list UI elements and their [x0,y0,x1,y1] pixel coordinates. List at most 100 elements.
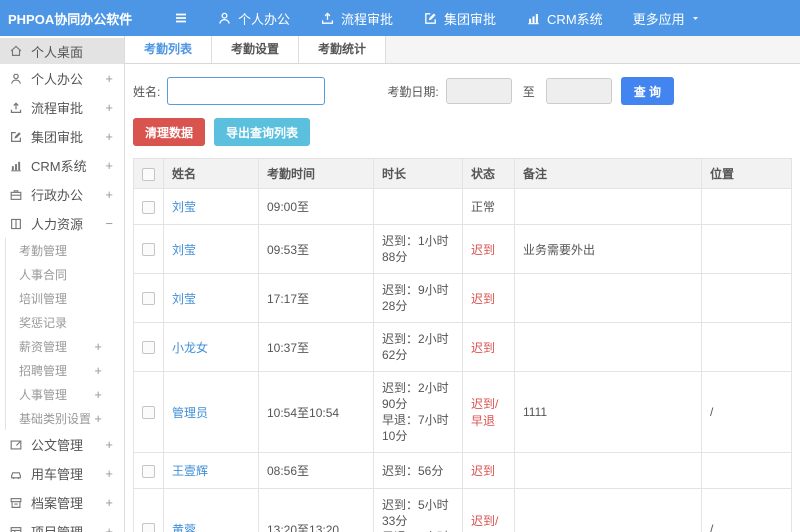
employee-name-link[interactable]: 小龙女 [172,341,208,355]
attendance-time-cell: 09:53至 [258,224,374,274]
briefcase-icon [9,188,23,202]
expand-toggle-icon[interactable]: + [105,466,113,481]
tab-attendance-statistics[interactable]: 考勤统计 [299,36,387,63]
employee-name-link[interactable]: 刘莹 [172,200,196,214]
doc-icon [9,438,23,452]
row-checkbox[interactable] [142,200,155,214]
sidebar-subitem-base-category-settings[interactable]: 基础类别设置 + [6,406,124,430]
nav-group-approval[interactable]: 集团审批 [423,9,496,28]
row-checkbox[interactable] [142,523,155,532]
expand-toggle-icon[interactable]: + [105,187,113,202]
location-cell [701,322,792,372]
table-row: 刘莹 17:17至 迟到：9小时28分 迟到 [133,273,792,323]
employee-name-link[interactable]: 管理员 [172,406,208,420]
nav-personal-office[interactable]: 个人办公 [217,9,290,28]
sidebar-subitem-personnel-contract[interactable]: 人事合同 [6,262,124,286]
expand-toggle-icon[interactable]: + [105,524,113,532]
sidebar-item-project-management[interactable]: 项目管理 + [0,517,124,532]
table-header-row: 姓名 考勤时间 时长 状态 备注 位置 [133,158,792,189]
name-input[interactable] [167,77,326,105]
expand-toggle-icon[interactable]: + [105,158,113,173]
employee-name-link[interactable]: 刘莹 [172,243,196,257]
duration-cell: 迟到：5小时33分早退：4小时67分 [373,488,463,532]
select-all-checkbox[interactable] [142,167,155,181]
select-all-header [133,158,164,189]
archive-icon [9,496,23,510]
sidebar-subitem-training-management[interactable]: 培训管理 [6,286,124,310]
expand-toggle-icon[interactable]: + [105,495,113,510]
tab-bar: 考勤列表 考勤设置 考勤统计 [125,36,800,64]
expand-toggle-icon[interactable]: − [105,216,113,231]
tab-attendance-list[interactable]: 考勤列表 [125,36,213,63]
status-cell: 正常 [462,188,515,225]
export-list-button[interactable]: 导出查询列表 [214,118,311,146]
employee-name-link[interactable]: 王壹辉 [172,464,208,478]
sidebar-item-personal-desktop[interactable]: 个人桌面 [0,38,124,64]
duration-cell: 迟到：2小时62分 [373,322,463,372]
process-icon [9,101,23,115]
expand-toggle-icon[interactable]: + [94,363,102,378]
location-cell [701,273,792,323]
location-cell: / [701,488,792,532]
sidebar-subitem-salary-management[interactable]: 薪资管理 + [6,334,124,358]
column-header: 位置 [701,158,792,189]
table-row: 王壹辉 08:56至 迟到：56分 迟到 [133,452,792,489]
sidebar-item-admin-office[interactable]: 行政办公 + [0,180,124,209]
sidebar-item-crm-system[interactable]: CRM系统 + [0,151,124,180]
sidebar-subitem-reward-punishment-records[interactable]: 奖惩记录 [6,310,124,334]
sidebar-item-archive-management[interactable]: 档案管理 + [0,488,124,517]
location-cell [701,188,792,225]
expand-toggle-icon[interactable]: + [105,437,113,452]
nav-crm-system[interactable]: CRM系统 [526,9,603,28]
employee-name-link[interactable]: 黄蓉 [172,523,196,532]
date-from-input[interactable] [445,78,512,104]
expand-toggle-icon[interactable]: + [94,411,102,426]
sidebar-subitem-recruitment-management[interactable]: 招聘管理 + [6,358,124,382]
status-cell: 迟到/早退 [462,371,515,453]
tab-attendance-settings[interactable]: 考勤设置 [212,36,300,63]
table-row: 管理员 10:54至10:54 迟到：2小时90分 早退：7小时10分 迟到/早退… [133,371,792,453]
sidebar-item-workflow-approval[interactable]: 流程审批 + [0,93,124,122]
clean-data-button[interactable]: 清理数据 [133,118,206,146]
row-checkbox[interactable] [142,243,155,257]
attendance-time-cell: 17:17至 [258,273,374,323]
nav-more-apps[interactable]: 更多应用 [633,9,700,28]
sidebar-item-document-management[interactable]: 公文管理 + [0,430,124,459]
date-to-input[interactable] [545,78,612,104]
column-header: 姓名 [163,158,259,189]
row-checkbox[interactable] [142,464,155,478]
project-icon [9,525,23,532]
expand-toggle-icon[interactable]: + [105,100,113,115]
duration-cell: 迟到：1小时88分 [373,224,463,274]
name-label: 姓名: [133,84,161,99]
nav-workflow-approval[interactable]: 流程审批 [320,9,393,28]
row-checkbox[interactable] [142,341,155,355]
sidebar-item-vehicle-management[interactable]: 用车管理 + [0,459,124,488]
sidebar-subitem-personnel-management[interactable]: 人事管理 + [6,382,124,406]
sidebar-item-group-approval[interactable]: 集团审批 + [0,122,124,151]
attendance-table: 姓名 考勤时间 时长 状态 备注 位置 刘莹 09:00至 正常 刘莹 09:53至 迟到… [133,158,792,532]
car-icon [9,467,23,481]
expand-toggle-icon[interactable]: + [94,339,102,354]
remark-cell: 1111 [514,371,702,453]
expand-toggle-icon[interactable]: + [94,387,102,402]
sidebar: 个人桌面 个人办公 + 流程审批 + 集团审批 + CRM系统 + 行政办公 +… [0,36,125,532]
main-content: 考勤列表 考勤设置 考勤统计 姓名: 考勤日期: 至 查 询 清理数据 导出查询列表 [125,36,800,532]
row-checkbox[interactable] [142,406,155,420]
row-checkbox[interactable] [142,292,155,306]
duration-cell: 迟到：2小时90分 早退：7小时10分 [373,371,463,453]
hamburger-menu-icon[interactable] [173,10,189,26]
employee-name-link[interactable]: 刘莹 [172,292,196,306]
app-logo: PHPOA协同办公软件 [8,11,133,27]
status-cell: 迟到 [462,273,515,323]
expand-toggle-icon[interactable]: + [105,129,113,144]
expand-toggle-icon[interactable]: + [105,71,113,86]
sidebar-item-human-resources[interactable]: 人力资源 − [0,209,124,238]
remark-cell [514,322,702,372]
search-button[interactable]: 查 询 [620,77,675,105]
status-cell: 迟到/早退 [462,488,515,532]
column-header: 时长 [373,158,463,189]
table-row: 刘莹 09:00至 正常 [133,188,792,225]
sidebar-item-personal-office[interactable]: 个人办公 + [0,64,124,93]
sidebar-subitem-attendance-management[interactable]: 考勤管理 [6,238,124,262]
